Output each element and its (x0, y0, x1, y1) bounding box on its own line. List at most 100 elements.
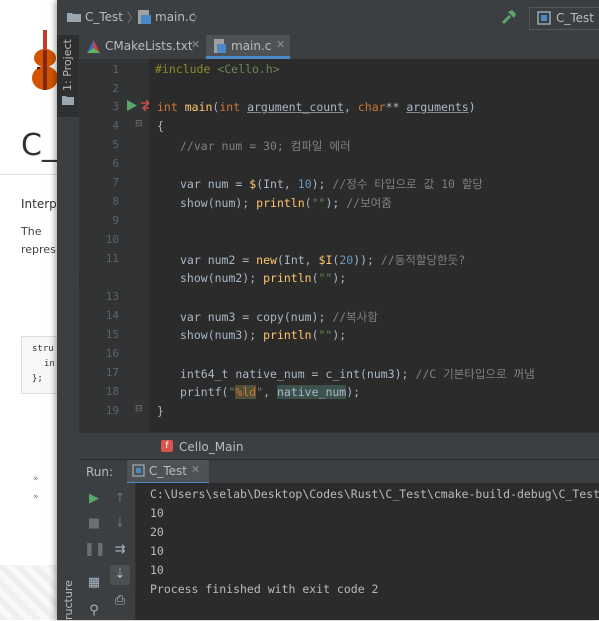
line-number: 8 (112, 195, 119, 208)
fold-marker-icon[interactable]: ⊟ (135, 119, 143, 129)
line-number-gutter: 1 2 3 4 5 6 7 8 9 10 11 12 13 14 15 16 1… (79, 59, 151, 432)
structure-tab-label[interactable]: ructure (62, 580, 75, 620)
code-line-17: int64_t native_num = c_int(num3); //C 기본… (180, 367, 535, 381)
code-line-4: { (157, 119, 164, 133)
run-tab-label: C_Test (149, 464, 188, 478)
code-line-11: var num2 = new(Int, $I(20)); //동적할당한듯? (180, 253, 466, 267)
line-number: 2 (112, 82, 119, 95)
divider (0, 174, 60, 175)
code-line: }; (32, 374, 43, 384)
console-line: 10 (150, 544, 164, 558)
config-icon (132, 464, 145, 477)
code-line-12: show(num2); println(""); (180, 271, 347, 285)
line-number: 7 (112, 176, 119, 189)
stop-icon[interactable]: ■ (84, 514, 104, 534)
c-file-icon (214, 39, 226, 53)
left-tool-stripe (57, 35, 80, 620)
cmake-icon (87, 40, 100, 53)
folder-icon (67, 13, 81, 22)
breadcrumb-project[interactable]: C_Test (85, 10, 123, 24)
run-gutter-icon[interactable] (127, 100, 137, 111)
run-panel-header: Run: C_Test ✕ (79, 459, 599, 485)
layout-icon[interactable]: ▦ (84, 573, 104, 593)
console-line: 10 (150, 563, 164, 577)
tab-label: main.c (231, 39, 272, 53)
code-line-19: } (157, 404, 164, 418)
tab-label: CMakeLists.txt (105, 39, 193, 53)
close-icon[interactable]: ✕ (276, 38, 285, 51)
fold-marker-icon[interactable]: ⊟ (135, 404, 143, 414)
line-number: 10 (105, 233, 119, 246)
close-icon[interactable]: ✕ (191, 38, 200, 51)
line-number: 6 (112, 157, 119, 170)
run-toolbar: ▶ ↑ ■ ↓ ❚❚ ⇉ ▦ ⇣ ⎙ ⚲ (79, 483, 136, 620)
line-number: 14 (105, 309, 119, 322)
rerun-icon[interactable]: ▶ (84, 489, 104, 509)
tab-main-c[interactable]: main.c ✕ (206, 35, 290, 59)
breadcrumb-file[interactable]: main.c (155, 10, 195, 24)
console-line: 10 (150, 506, 164, 520)
violin-logo (28, 30, 58, 92)
code-line-5: //var num = 30; 컴파일 에러 (180, 139, 351, 153)
scroll-to-end-icon[interactable]: ⇣ (110, 565, 130, 585)
console-line: 20 (150, 525, 164, 539)
print-icon[interactable]: ⎙ (110, 591, 130, 611)
arrow-down-icon[interactable]: ↓ (110, 514, 130, 534)
tab-run-c-test[interactable]: C_Test ✕ (127, 460, 209, 484)
run-configuration-selector[interactable]: C_Test (529, 7, 599, 30)
page-title: C_ (21, 128, 57, 163)
editor-breadcrumb[interactable]: f Cello_Main (79, 432, 599, 460)
pause-icon[interactable]: ❚❚ (84, 540, 106, 560)
code-line: stru (32, 344, 54, 354)
soft-wrap-icon[interactable]: ⇉ (110, 540, 130, 560)
line-number: 11 (105, 252, 119, 265)
code-line: in (44, 359, 55, 369)
line-number: 1 (112, 63, 119, 76)
code-editor[interactable]: #include <Cello.h> int main(int argument… (149, 59, 599, 432)
code-line-1: #include <Cello.h> (155, 62, 280, 76)
build-hammer-icon[interactable] (501, 9, 517, 25)
line-number: 5 (112, 138, 119, 151)
pin-icon[interactable]: ⚲ (84, 601, 104, 621)
tab-cmakelists[interactable]: CMakeLists.txt ✕ (79, 35, 205, 59)
console-line: Process finished with exit code 2 (150, 582, 379, 596)
folder-icon (62, 96, 74, 105)
c-file-icon (138, 10, 151, 24)
line-number: 15 (105, 328, 119, 341)
arrow-up-icon[interactable]: ↑ (110, 489, 130, 509)
line-number: 19 (105, 404, 119, 417)
navigation-bar: C_Test 〉 main.c 〉 C_Test (57, 0, 599, 36)
line-number: 13 (105, 290, 119, 303)
project-tab-label: 1: Project (61, 39, 74, 91)
code-line-14: var num3 = copy(num); //복사함 (180, 310, 378, 324)
code-line-3: int main(int argument_count, char** argu… (157, 100, 476, 114)
project-tool-tab[interactable]: 1: Project (57, 35, 79, 117)
line-number: 4 (112, 119, 119, 132)
chevron-right-icon: 〉 (192, 11, 205, 25)
footer-pattern (0, 565, 60, 620)
config-icon (537, 11, 551, 25)
list-bullet: » (33, 474, 39, 484)
list-bullet: » (33, 492, 39, 502)
line-number: 9 (112, 214, 119, 227)
editor-tabs: CMakeLists.txt ✕ main.c ✕ (79, 35, 599, 60)
run-label: Run: (86, 465, 114, 479)
line-number: 3 (112, 100, 119, 113)
line-number: 18 (105, 385, 119, 398)
code-line-18: printf("%ld", native_num); (180, 385, 361, 399)
paragraph-text: The (21, 225, 42, 238)
section-heading: Interpr (21, 197, 62, 211)
function-icon: f (161, 440, 173, 452)
run-console[interactable]: C:\Users\selab\Desktop\Codes\Rust\C_Test… (136, 483, 599, 620)
breadcrumb-function[interactable]: Cello_Main (179, 440, 243, 454)
code-line-15: show(num3); println(""); (180, 328, 347, 342)
close-icon[interactable]: ✕ (191, 463, 200, 476)
code-line-8: show(num); println(""); //보여줌 (180, 196, 392, 210)
line-number: 17 (105, 366, 119, 379)
run-config-label: C_Test (556, 11, 595, 25)
code-line-7: var num = $(Int, 10); //정수 타입으로 값 10 할당 (180, 177, 484, 191)
line-number: 16 (105, 347, 119, 360)
console-line: C:\Users\selab\Desktop\Codes\Rust\C_Test… (150, 487, 599, 501)
paragraph-text: repres (21, 243, 56, 256)
ide-window: C_Test 〉 main.c 〉 C_Test 1: Project ruct… (57, 0, 599, 620)
